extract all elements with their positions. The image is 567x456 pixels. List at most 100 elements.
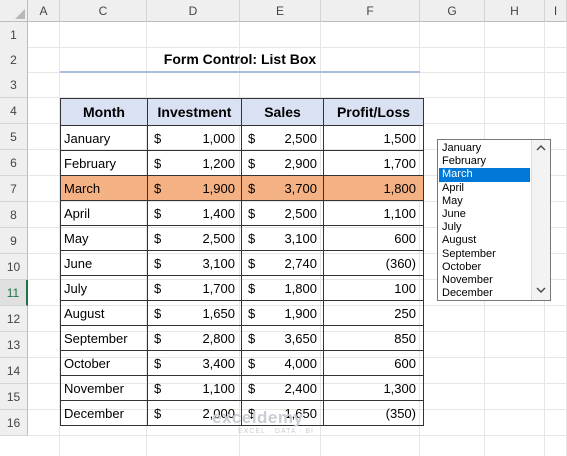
cell-investment[interactable]: $1,000 (147, 125, 242, 151)
list-box-item-may[interactable]: May (439, 195, 530, 208)
column-header-h[interactable]: H (485, 0, 545, 22)
column-header-e[interactable]: E (240, 0, 321, 22)
currency-symbol: $ (248, 256, 256, 271)
cell-sales[interactable]: $3,650 (241, 325, 324, 351)
list-box-item-july[interactable]: July (439, 221, 530, 234)
chevron-up-icon[interactable] (534, 142, 548, 156)
cell-investment[interactable]: $2,800 (147, 325, 242, 351)
cell-month[interactable]: January (60, 125, 148, 151)
cell-month[interactable]: August (60, 300, 148, 326)
list-box-item-april[interactable]: April (439, 182, 530, 195)
cell-profit-loss[interactable]: (350) (323, 400, 424, 426)
cell-month[interactable]: November (60, 375, 148, 401)
cell-profit-loss[interactable]: 1,800 (323, 175, 424, 201)
month-list-box[interactable]: January February March April May June July Augu… (437, 139, 551, 301)
row-header-4[interactable]: 4 (0, 98, 28, 124)
cell-profit-loss[interactable]: 600 (323, 225, 424, 251)
list-box-scrollbar[interactable] (531, 140, 550, 300)
column-header-g[interactable]: G (420, 0, 485, 22)
row-header-2[interactable]: 2 (0, 47, 28, 73)
header-sales[interactable]: Sales (241, 98, 324, 126)
table-row: August $1,650 $1,900 250 (60, 300, 424, 326)
cell-sales[interactable]: $2,400 (241, 375, 324, 401)
list-box-item-december[interactable]: December (439, 287, 530, 300)
list-box-item-august[interactable]: August (439, 234, 530, 247)
column-header-i[interactable]: I (545, 0, 567, 22)
cell-profit-loss[interactable]: 100 (323, 275, 424, 301)
list-box-item-september[interactable]: September (439, 248, 530, 261)
cell-investment[interactable]: $3,400 (147, 350, 242, 376)
cell-investment[interactable]: $1,650 (147, 300, 242, 326)
row-header-3[interactable]: 3 (0, 72, 28, 98)
header-month[interactable]: Month (60, 98, 148, 126)
row-header-1[interactable]: 1 (0, 22, 28, 48)
cell-sales[interactable]: $3,700 (241, 175, 324, 201)
cell-sales[interactable]: $2,740 (241, 250, 324, 276)
table-row: May $2,500 $3,100 600 (60, 225, 424, 251)
cell-profit-loss[interactable]: (360) (323, 250, 424, 276)
row-header-14[interactable]: 14 (0, 358, 28, 384)
row-header-11[interactable]: 11 (0, 280, 28, 306)
cell-month[interactable]: June (60, 250, 148, 276)
row-header-8[interactable]: 8 (0, 202, 28, 228)
row-header-6[interactable]: 6 (0, 150, 28, 176)
header-investment[interactable]: Investment (147, 98, 242, 126)
cell-investment[interactable]: $1,900 (147, 175, 242, 201)
column-header-f[interactable]: F (321, 0, 420, 22)
list-box-item-march[interactable]: March (439, 168, 530, 182)
cell-profit-loss[interactable]: 1,100 (323, 200, 424, 226)
cell-sales[interactable]: $2,900 (241, 150, 324, 176)
list-box-item-november[interactable]: November (439, 274, 530, 287)
currency-symbol: $ (154, 256, 162, 271)
cell-profit-loss[interactable]: 1,700 (323, 150, 424, 176)
cell-month[interactable]: September (60, 325, 148, 351)
header-profit-loss[interactable]: Profit/Loss (323, 98, 424, 126)
cell-sales[interactable]: $4,000 (241, 350, 324, 376)
row-header-16[interactable]: 16 (0, 410, 28, 436)
cell-month[interactable]: March (60, 175, 148, 201)
cell-profit-loss[interactable]: 600 (323, 350, 424, 376)
cell-month[interactable]: April (60, 200, 148, 226)
row-header-12[interactable]: 12 (0, 306, 28, 332)
select-all-corner[interactable] (0, 0, 28, 22)
column-header-d[interactable]: D (147, 0, 240, 22)
row-header-7[interactable]: 7 (0, 176, 28, 202)
sales-value: 4,000 (284, 356, 317, 371)
cell-investment[interactable]: $1,400 (147, 200, 242, 226)
column-header-a[interactable]: A (28, 0, 60, 22)
list-box-item-january[interactable]: January (439, 142, 530, 155)
cell-profit-loss[interactable]: 1,500 (323, 125, 424, 151)
list-box-item-october[interactable]: October (439, 261, 530, 274)
cell-month[interactable]: December (60, 400, 148, 426)
cell-sales[interactable]: $3,100 (241, 225, 324, 251)
list-box-item-june[interactable]: June (439, 208, 530, 221)
cell-month[interactable]: July (60, 275, 148, 301)
cell-investment[interactable]: $2,500 (147, 225, 242, 251)
column-header-c[interactable]: C (60, 0, 147, 22)
cell-month[interactable]: October (60, 350, 148, 376)
cell-sales[interactable]: $2,500 (241, 200, 324, 226)
cell-investment[interactable]: $1,700 (147, 275, 242, 301)
cell-profit-loss[interactable]: 850 (323, 325, 424, 351)
row-header-5[interactable]: 5 (0, 124, 28, 150)
cell-month[interactable]: May (60, 225, 148, 251)
sales-value: 1,900 (284, 306, 317, 321)
cell-investment[interactable]: $1,100 (147, 375, 242, 401)
cell-sales[interactable]: $1,900 (241, 300, 324, 326)
chevron-down-icon[interactable] (534, 284, 548, 298)
cell-profit-loss[interactable]: 1,300 (323, 375, 424, 401)
list-box-item-february[interactable]: February (439, 155, 530, 168)
row-header-9[interactable]: 9 (0, 228, 28, 254)
sales-value: 2,500 (284, 206, 317, 221)
cell-sales[interactable]: $2,500 (241, 125, 324, 151)
cell-investment[interactable]: $3,100 (147, 250, 242, 276)
investment-value: 1,650 (202, 306, 235, 321)
cell-investment[interactable]: $1,200 (147, 150, 242, 176)
row-header-13[interactable]: 13 (0, 332, 28, 358)
list-box-items: January February March April May June July Augu… (439, 142, 530, 300)
cell-profit-loss[interactable]: 250 (323, 300, 424, 326)
cell-month[interactable]: February (60, 150, 148, 176)
row-header-15[interactable]: 15 (0, 384, 28, 410)
cell-sales[interactable]: $1,800 (241, 275, 324, 301)
row-header-10[interactable]: 10 (0, 254, 28, 280)
